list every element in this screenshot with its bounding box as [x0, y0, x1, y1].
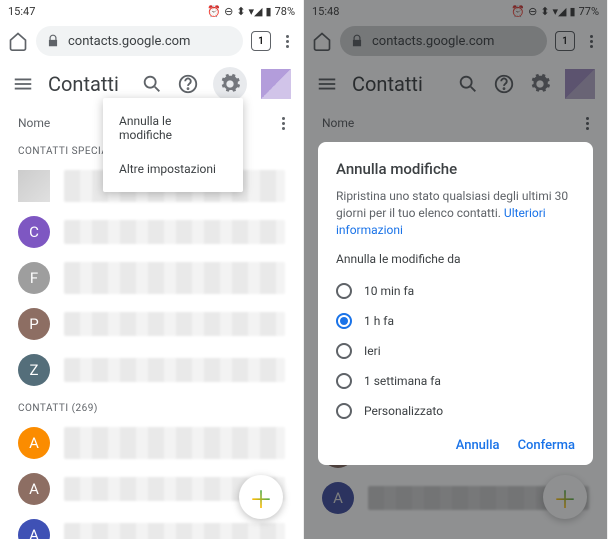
- tab-switcher[interactable]: 1: [251, 31, 271, 51]
- contact-name-blurred: [64, 220, 285, 244]
- account-avatar[interactable]: [261, 69, 291, 99]
- contact-row[interactable]: F: [0, 255, 303, 301]
- search-icon[interactable]: [141, 73, 163, 95]
- dialog-subhead: Annulla le modifiche da: [336, 252, 575, 266]
- section-all-label: CONTATTI (269): [0, 393, 303, 420]
- contact-name-blurred: [64, 312, 285, 336]
- cancel-button[interactable]: Annulla: [456, 438, 500, 453]
- column-name: Nome: [18, 116, 50, 130]
- confirm-button[interactable]: Conferma: [518, 438, 575, 453]
- status-bar: 15:47 ⏰⊖⬍▾◢▮ 78%: [0, 0, 303, 22]
- clock: 15:47: [8, 5, 35, 18]
- status-icons: ⏰⊖⬍▾◢▮ 78%: [207, 5, 295, 18]
- radio-1week[interactable]: 1 settimana fa: [336, 366, 575, 396]
- radio-custom[interactable]: Personalizzato: [336, 396, 575, 426]
- url-text: contacts.google.com: [68, 34, 190, 49]
- radio-icon: [336, 373, 352, 389]
- contact-row[interactable]: A: [0, 420, 303, 466]
- home-icon[interactable]: [8, 31, 28, 51]
- app-title: Contatti: [48, 72, 127, 96]
- contact-row[interactable]: C: [0, 209, 303, 255]
- contact-name-blurred: [64, 523, 285, 539]
- avatar-photo: [18, 170, 50, 202]
- dialog-actions: Annulla Conferma: [336, 438, 575, 453]
- radio-icon: [336, 283, 352, 299]
- avatar-letter: A: [18, 473, 50, 505]
- settings-dropdown-menu: Annulla le modifiche Altre impostazioni: [103, 98, 243, 192]
- dialog-title: Annulla modifiche: [336, 160, 575, 178]
- radio-icon: [336, 403, 352, 419]
- radio-10min[interactable]: 10 min fa: [336, 276, 575, 306]
- menu-undo-changes[interactable]: Annulla le modifiche: [103, 104, 243, 152]
- avatar-letter: F: [18, 262, 50, 294]
- address-bar[interactable]: contacts.google.com: [36, 26, 243, 56]
- avatar-letter: A: [18, 519, 50, 539]
- settings-button[interactable]: [213, 67, 247, 101]
- avatar-letter: A: [18, 427, 50, 459]
- contact-name-blurred: [64, 358, 285, 382]
- hamburger-icon[interactable]: [12, 73, 34, 95]
- browser-menu-icon[interactable]: [279, 35, 295, 48]
- radio-icon: [336, 343, 352, 359]
- avatar-letter: Z: [18, 354, 50, 386]
- avatar-letter: C: [18, 216, 50, 248]
- battery-pct: 78%: [275, 5, 295, 18]
- menu-other-settings[interactable]: Altre impostazioni: [103, 152, 243, 186]
- avatar-letter: P: [18, 308, 50, 340]
- radio-icon: [336, 313, 352, 329]
- undo-changes-dialog: Annulla modifiche Ripristina uno stato q…: [318, 142, 593, 465]
- radio-1h[interactable]: 1 h fa: [336, 306, 575, 336]
- screenshot-right: 15:48 ⏰⊖⬍▾◢▮ 77% contacts.google.com 1 C…: [304, 0, 608, 539]
- radio-yesterday[interactable]: Ieri: [336, 336, 575, 366]
- plus-icon: ＋: [249, 480, 273, 515]
- screenshot-left: 15:47 ⏰⊖⬍▾◢▮ 78% contacts.google.com 1 C…: [0, 0, 304, 539]
- lock-icon: [46, 34, 60, 48]
- fab-add-contact[interactable]: ＋: [239, 475, 283, 519]
- column-menu-icon[interactable]: [282, 117, 285, 130]
- dialog-description: Ripristina uno stato qualsiasi degli ult…: [336, 188, 575, 238]
- browser-toolbar: contacts.google.com 1: [0, 22, 303, 60]
- gear-icon: [219, 73, 241, 95]
- contact-name-blurred: [64, 427, 285, 459]
- contact-row[interactable]: P: [0, 301, 303, 347]
- contact-row[interactable]: Z: [0, 347, 303, 393]
- help-icon[interactable]: [177, 73, 199, 95]
- contact-name-blurred: [64, 262, 285, 294]
